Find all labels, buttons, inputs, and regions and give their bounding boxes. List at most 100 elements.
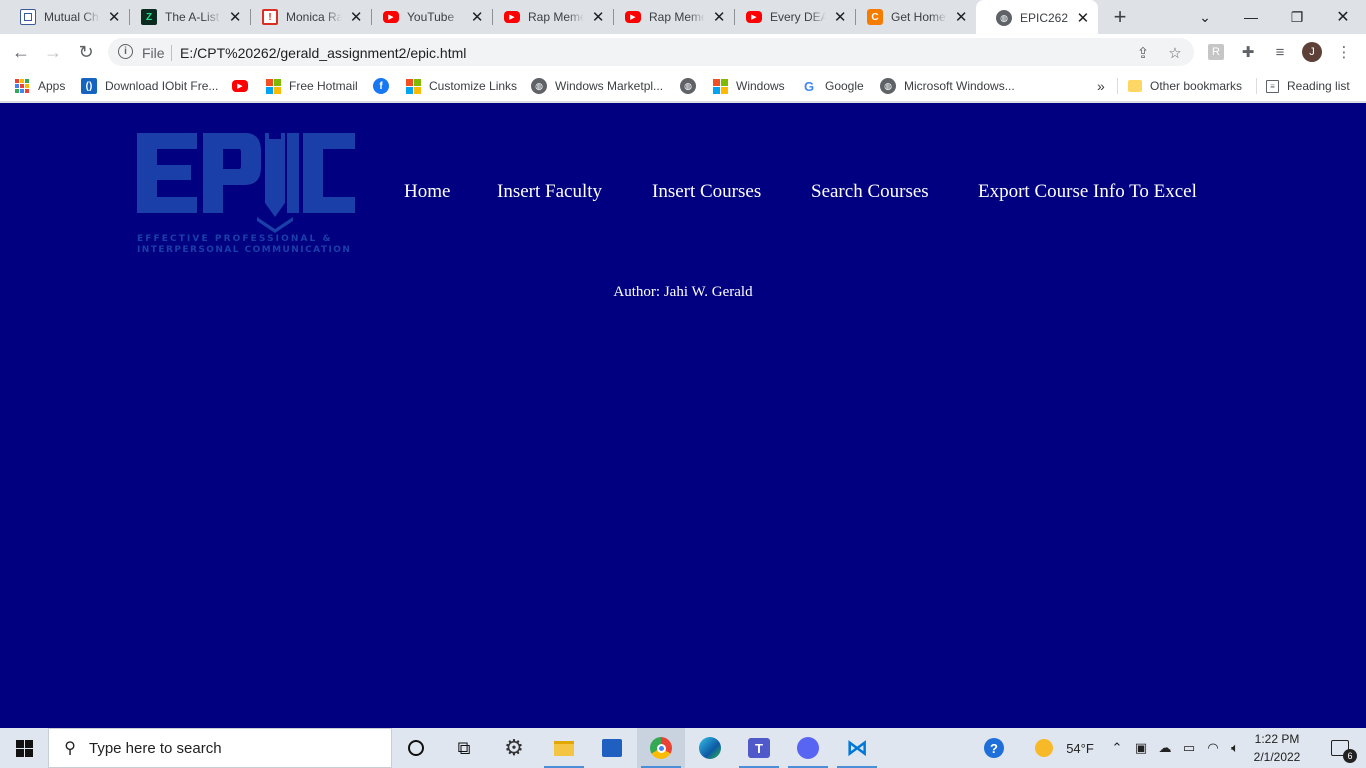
bookmark-customize-links[interactable]: Customize Links	[405, 76, 517, 96]
bookmark-youtube[interactable]: ▶	[232, 76, 256, 96]
volume-icon[interactable]: 🔈︎	[1226, 728, 1244, 768]
tab[interactable]: ! Monica Ra ✕	[242, 0, 372, 34]
share-icon[interactable]: ⇪	[1135, 45, 1151, 62]
restore-button[interactable]: ❐	[1274, 0, 1320, 34]
bookmark-iobit[interactable]: () Download IObit Fre...	[81, 76, 218, 96]
bookmark-label: Microsoft Windows...	[904, 79, 1015, 93]
taskbar-search-input[interactable]: ⚲ Type here to search	[48, 728, 392, 768]
chevron-up-icon[interactable]: ⌃	[1108, 728, 1126, 768]
star-icon[interactable]: ☆	[1167, 45, 1183, 62]
nav-insert-courses-link[interactable]: Insert Courses	[652, 181, 761, 203]
task-view-icon[interactable]: ⧉	[440, 728, 488, 768]
tab-title: The A-List	[165, 10, 220, 24]
logo-tagline-line2: INTERPERSONAL COMMUNICATION	[137, 245, 351, 253]
weather-icon[interactable]	[1034, 728, 1054, 768]
onedrive-icon[interactable]: ☁	[1155, 728, 1175, 768]
new-tab-button[interactable]: +	[1108, 4, 1132, 29]
tab[interactable]: Mutual Ch ✕	[0, 0, 130, 34]
minimize-button[interactable]: —	[1228, 0, 1274, 34]
weather-temperature[interactable]: 54°F	[1062, 728, 1098, 768]
close-icon[interactable]: ✕	[1076, 10, 1090, 27]
nav-search-courses-link[interactable]: Search Courses	[811, 181, 929, 203]
notification-count: 6	[1343, 749, 1357, 763]
bookmark-windows[interactable]: Windows	[712, 76, 785, 96]
puzzle-icon[interactable]: ✚	[1238, 42, 1258, 62]
media-control-icon[interactable]: ≡	[1270, 42, 1290, 62]
bookmark-globe[interactable]: ◍	[680, 76, 704, 96]
close-icon[interactable]: ✕	[590, 9, 606, 26]
close-icon[interactable]: ✕	[227, 9, 243, 26]
forward-button[interactable]: →	[40, 39, 66, 65]
file-explorer-icon[interactable]	[540, 728, 588, 768]
bookmark-label: Other bookmarks	[1150, 79, 1243, 93]
globe-icon: ◍	[880, 78, 896, 94]
start-button[interactable]	[0, 728, 48, 768]
tab[interactable]: Z The A-List ✕	[121, 0, 251, 34]
bookmark-label: Google	[825, 79, 864, 93]
tab[interactable]: ▶ Rap Meme ✕	[605, 0, 735, 34]
close-icon[interactable]: ✕	[953, 9, 969, 26]
url-text[interactable]: E:/CPT%20262/gerald_assignment2/epic.htm…	[180, 45, 466, 61]
close-icon[interactable]: ✕	[106, 9, 122, 26]
microsoft-icon	[405, 78, 421, 94]
nav-home-link[interactable]: Home	[404, 181, 450, 203]
address-bar[interactable]: i File E:/CPT%20262/gerald_assignment2/e…	[108, 38, 1194, 66]
nav-insert-faculty-link[interactable]: Insert Faculty	[497, 181, 602, 203]
meet-now-icon[interactable]: ▣	[1132, 728, 1150, 768]
logo-tagline-line1: EFFECTIVE PROFESSIONAL &	[137, 234, 333, 244]
close-icon[interactable]: ✕	[469, 9, 485, 26]
help-icon[interactable]: ?	[980, 728, 1008, 768]
teams-icon[interactable]: T	[735, 728, 783, 768]
info-icon[interactable]: i	[118, 44, 133, 59]
discord-icon[interactable]	[784, 728, 832, 768]
cortana-icon[interactable]	[392, 728, 440, 768]
edge-icon[interactable]	[686, 728, 734, 768]
bookmark-label: Customize Links	[429, 79, 518, 93]
bookmark-microsoft-windows[interactable]: ◍ Microsoft Windows...	[880, 76, 1015, 96]
close-window-button[interactable]: ✕	[1320, 0, 1366, 34]
bookmark-windows-marketplace[interactable]: ◍ Windows Marketpl...	[531, 76, 663, 96]
menu-icon[interactable]: ⋮	[1334, 42, 1354, 62]
tab[interactable]: ▶ YouTube ✕	[363, 0, 493, 34]
microsoft-store-icon[interactable]	[588, 728, 636, 768]
notification-center-icon[interactable]: 6	[1320, 728, 1360, 768]
extension-r-icon[interactable]: R	[1206, 42, 1226, 62]
document-icon	[20, 9, 36, 25]
tab-search-icon[interactable]: ⌄	[1182, 0, 1228, 34]
vscode-icon[interactable]: ⋈	[833, 728, 881, 768]
system-clock[interactable]: 1:22 PM 2/1/2022	[1246, 730, 1308, 766]
battery-icon[interactable]: ▭	[1180, 728, 1198, 768]
windows-taskbar: ⚲ Type here to search ⧉ ⚙ T ⋈ ? 54°F ⌃ ▣…	[0, 728, 1366, 768]
nav-export-excel-link[interactable]: Export Course Info To Excel	[978, 181, 1197, 203]
reload-button[interactable]: ↻	[73, 39, 99, 65]
tab[interactable]: ▶ Every DEA ✕	[726, 0, 856, 34]
epic-logo: EFFECTIVE PROFESSIONAL & INTERPERSONAL C…	[137, 133, 355, 253]
wifi-icon[interactable]: ◠	[1204, 728, 1222, 768]
folder-icon	[1128, 80, 1142, 92]
bookmark-label: Windows Marketpl...	[555, 79, 664, 93]
tab-title: Mutual Ch	[44, 10, 99, 24]
bookmark-other-bookmarks[interactable]: Other bookmarks	[1128, 76, 1242, 96]
tab[interactable]: C Get Home ✕	[847, 0, 977, 34]
bookmark-google[interactable]: G Google	[801, 76, 864, 96]
back-button[interactable]: ←	[8, 39, 34, 65]
bookmark-label: Windows	[736, 79, 785, 93]
youtube-icon: ▶	[625, 11, 641, 23]
tab-title: Rap Meme	[528, 10, 585, 24]
chrome-icon[interactable]	[637, 728, 685, 768]
bookmark-free-hotmail[interactable]: Free Hotmail	[265, 76, 358, 96]
bookmarks-overflow-button[interactable]: »	[1097, 76, 1105, 96]
close-icon[interactable]: ✕	[348, 9, 364, 26]
windows-icon	[15, 739, 33, 757]
close-icon[interactable]: ✕	[832, 9, 848, 26]
reading-list-button[interactable]: ≡ Reading list	[1266, 76, 1350, 96]
avatar[interactable]: J	[1302, 42, 1322, 62]
tab-strip: Mutual Ch ✕ Z The A-List ✕ ! Monica Ra ✕…	[0, 0, 1366, 36]
tab-active[interactable]: ◍ EPIC262 ✕	[976, 0, 1098, 36]
tab[interactable]: ▶ Rap Meme ✕	[484, 0, 614, 34]
bookmark-label: Apps	[38, 79, 66, 93]
settings-gear-icon[interactable]: ⚙	[490, 728, 538, 768]
close-icon[interactable]: ✕	[711, 9, 727, 26]
bookmark-apps[interactable]: Apps	[14, 76, 65, 96]
bookmark-facebook[interactable]: f	[373, 76, 397, 96]
